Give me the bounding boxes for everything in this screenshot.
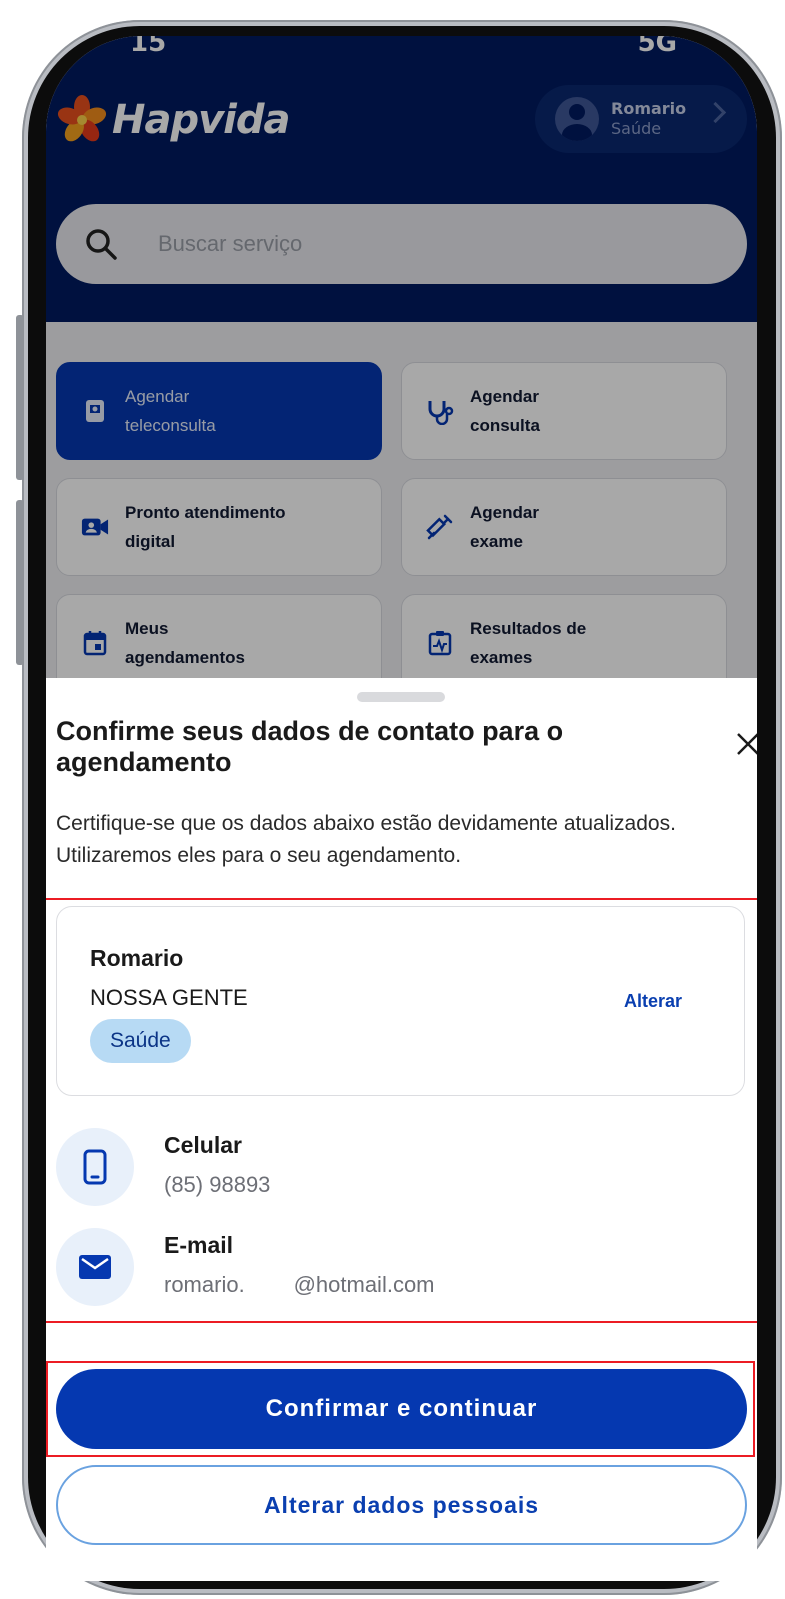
teleconsult-icon — [81, 397, 109, 425]
search-placeholder: Buscar serviço — [158, 231, 303, 256]
beneficiary-name: Romario — [90, 945, 184, 971]
highlight-line — [46, 1321, 757, 1323]
sheet-drag-handle[interactable] — [357, 692, 445, 702]
syringe-icon — [426, 513, 454, 541]
service-label: Meus agendamentos — [125, 619, 245, 667]
sheet-title: Confirme seus dados de contato para o ag… — [56, 716, 564, 777]
user-name: Romario — [611, 99, 687, 118]
phone-label: Celular — [164, 1132, 242, 1158]
video-call-icon — [81, 513, 109, 541]
email-label: E-mail — [164, 1232, 234, 1258]
email-icon-wrap — [56, 1228, 134, 1306]
highlight-line — [46, 898, 757, 900]
status-time: 15 — [130, 36, 167, 58]
user-plan: Saúde — [611, 119, 662, 138]
phone-contact: Celular (85) 98893 — [56, 1128, 746, 1208]
change-beneficiary-link[interactable]: Alterar — [624, 991, 682, 1012]
service-label: Agendar exame — [470, 503, 539, 551]
phone-icon-wrap — [56, 1128, 134, 1206]
sheet-description: Certifique-se que os dados abaixo estão … — [56, 812, 676, 867]
smartphone-icon — [83, 1149, 107, 1185]
service-label: Agendar consulta — [470, 387, 540, 435]
stethoscope-icon — [426, 397, 454, 425]
service-label: Pronto atendimento digital — [125, 503, 286, 551]
service-label: Resultados de exames — [470, 619, 587, 667]
service-tile-consulta[interactable]: Agendar consulta — [401, 362, 727, 460]
email-value: romario. @hotmail.com — [164, 1272, 435, 1297]
search-input[interactable]: Buscar serviço — [56, 204, 747, 284]
close-icon[interactable] — [734, 730, 757, 758]
user-profile-button[interactable]: Romario Saúde — [535, 85, 747, 153]
edit-personal-data-button[interactable]: Alterar dados pessoais — [56, 1465, 747, 1545]
service-tile-teleconsulta[interactable]: Agendar teleconsulta — [56, 362, 382, 460]
app-screen: 15 5G Hapvida Romario Saúde Buscar servi… — [46, 36, 757, 1581]
beneficiary-company: NOSSA GENTE — [90, 985, 248, 1010]
highlight-box — [46, 1361, 755, 1457]
status-network: 5G — [637, 36, 677, 58]
search-icon — [86, 229, 117, 260]
avatar — [555, 97, 599, 141]
brand-logo: Hapvida — [56, 94, 291, 146]
service-tile-pronto-atendimento[interactable]: Pronto atendimento digital — [56, 478, 382, 576]
service-label: Agendar teleconsulta — [125, 387, 216, 435]
email-contact: E-mail romario. @hotmail.com — [56, 1228, 746, 1308]
chevron-right-icon — [704, 101, 727, 124]
brand-name: Hapvida — [112, 97, 291, 143]
clipboard-pulse-icon — [426, 629, 454, 657]
calendar-icon — [81, 629, 109, 657]
mail-icon — [79, 1255, 111, 1279]
phone-value: (85) 98893 — [164, 1172, 271, 1197]
flower-logo-icon — [57, 95, 107, 142]
beneficiary-card: Romario NOSSA GENTE Saúde Alterar — [56, 906, 745, 1096]
service-tile-exame[interactable]: Agendar exame — [401, 478, 727, 576]
plan-badge: Saúde — [90, 1019, 191, 1063]
app-header: 15 5G Hapvida Romario Saúde Buscar servi… — [46, 36, 757, 322]
